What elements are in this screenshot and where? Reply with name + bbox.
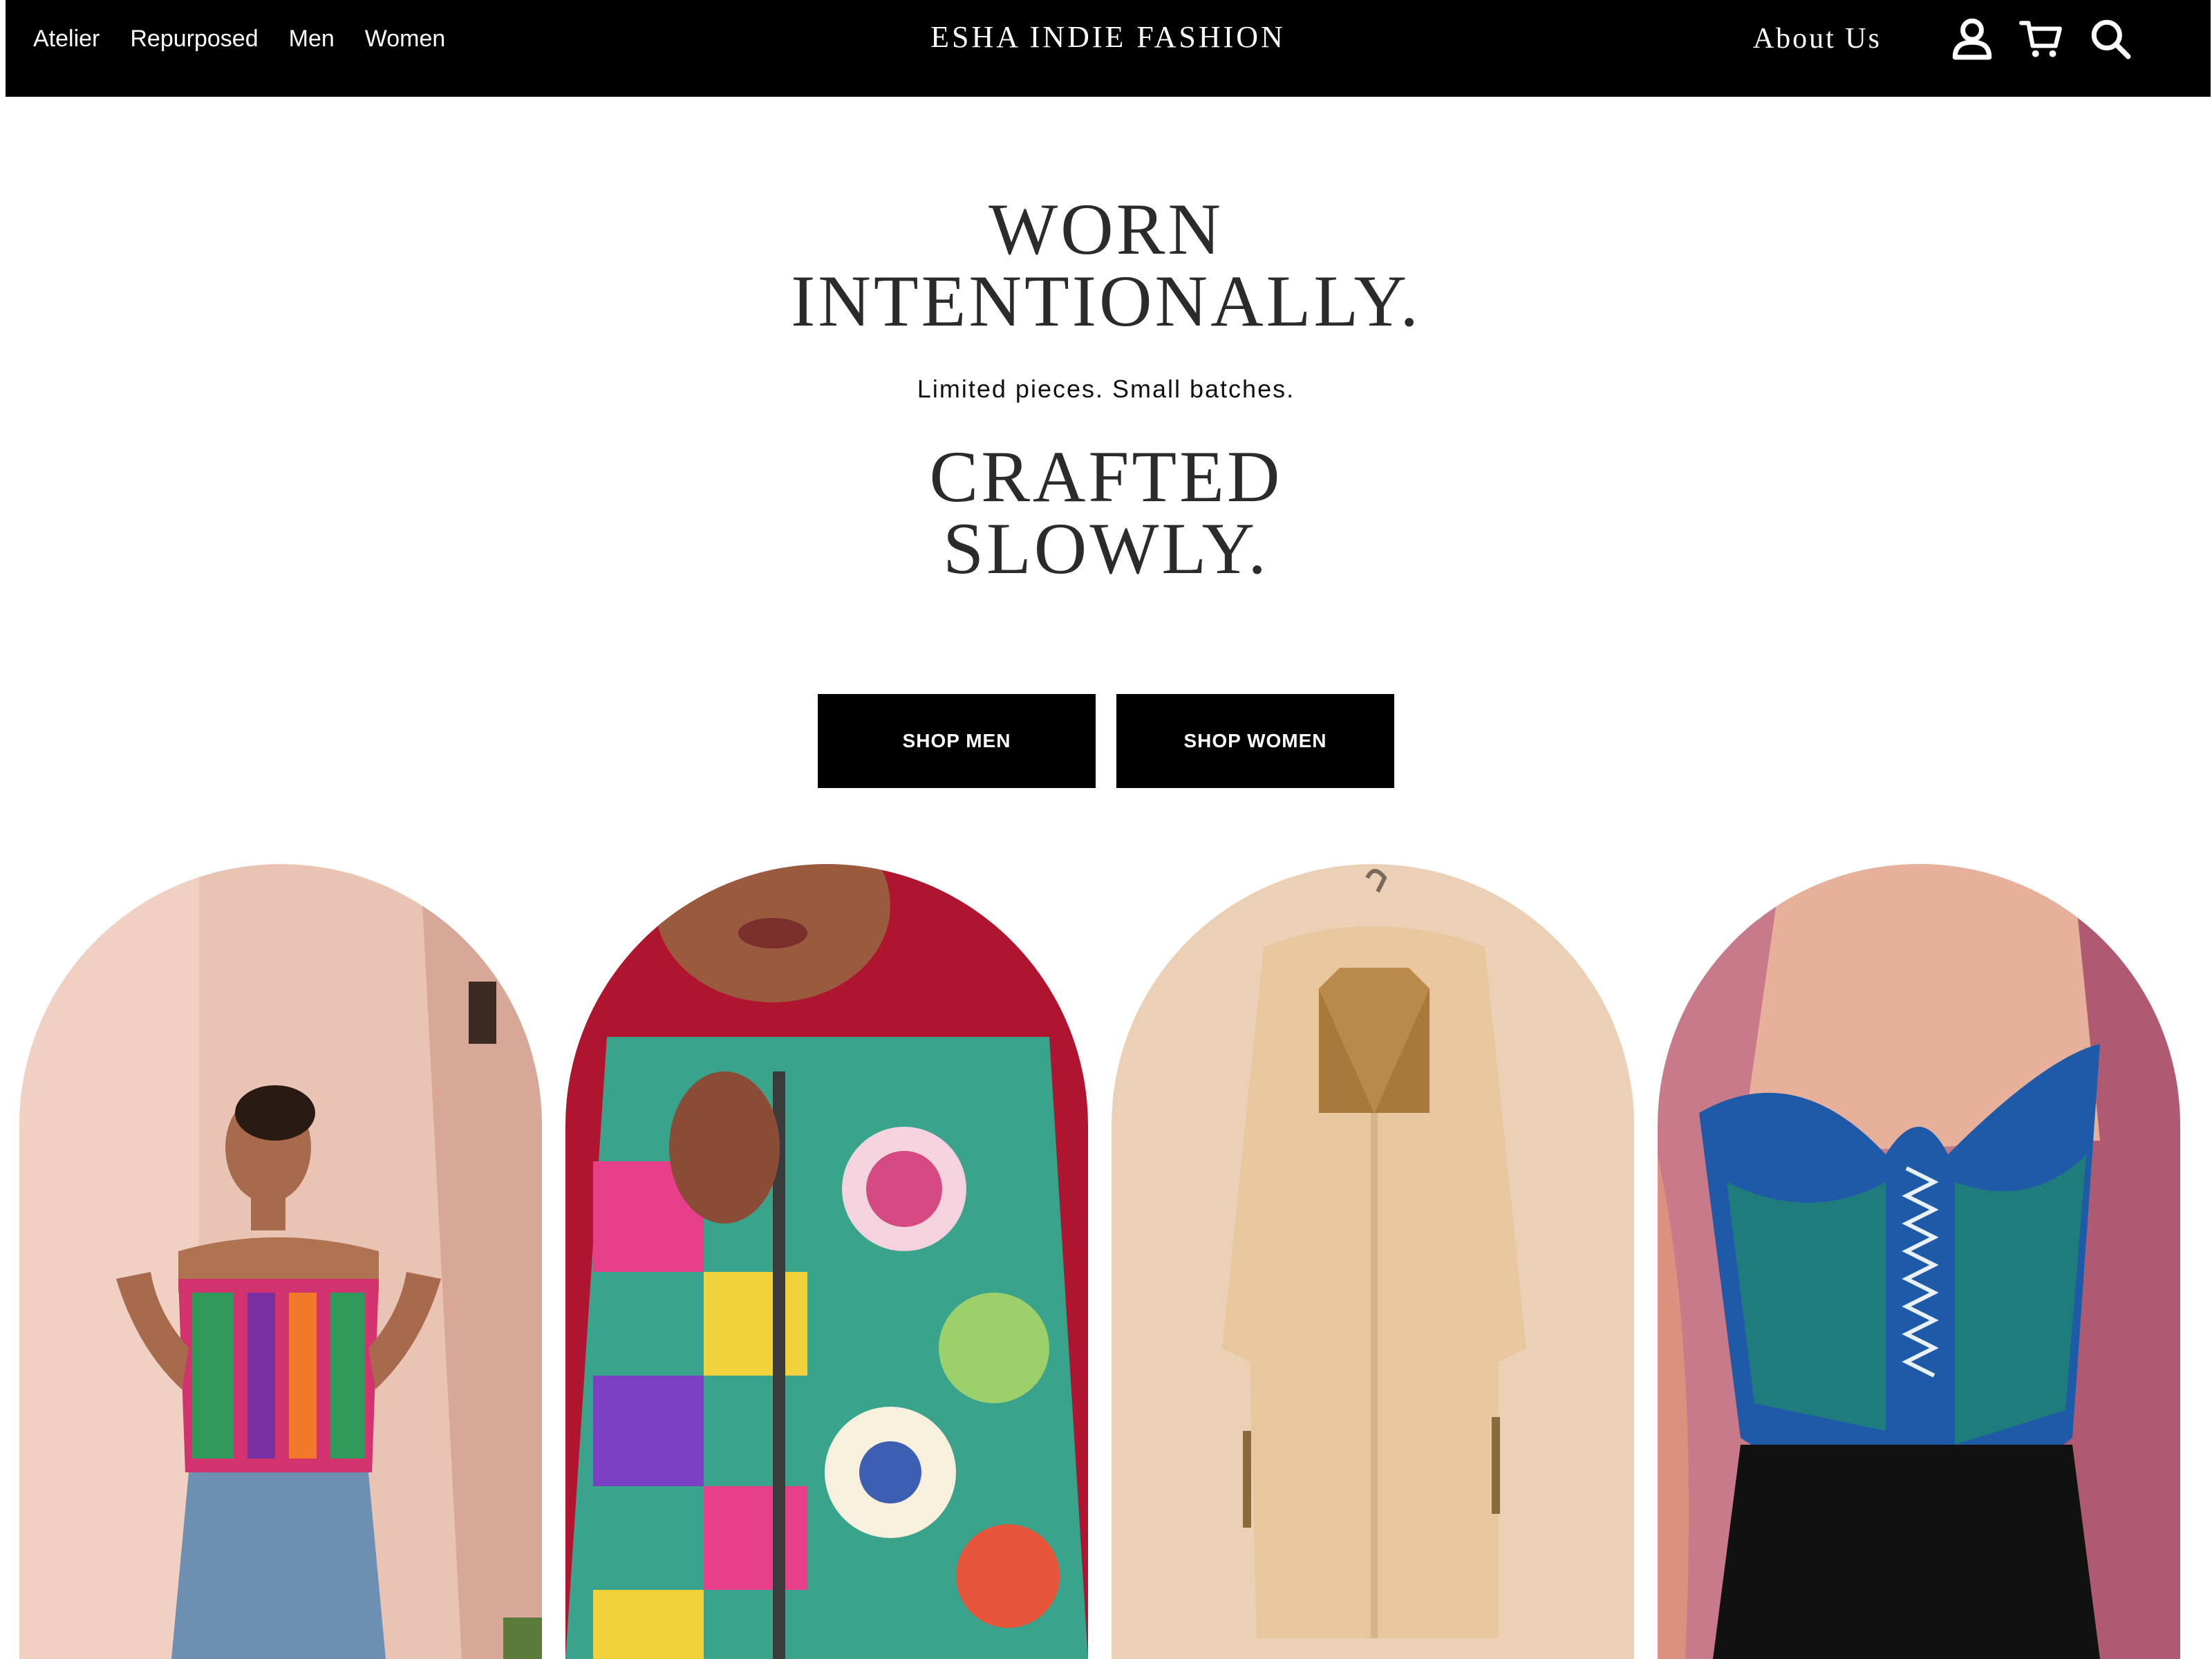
product-tile[interactable] <box>19 864 542 1659</box>
primary-nav: Atelier Repurposed Men Women <box>33 0 445 77</box>
brand-logo-text[interactable]: ESHA INDIE FASHION <box>930 20 1286 54</box>
nav-link-women[interactable]: Women <box>365 26 446 53</box>
account-button[interactable] <box>1948 15 1996 63</box>
nav-link-men[interactable]: Men <box>289 26 335 53</box>
product-image <box>1658 864 2180 1659</box>
hero-cta-group: SHOP MEN SHOP WOMEN <box>0 694 2212 788</box>
product-tile[interactable] <box>1112 864 1634 1659</box>
cart-icon <box>2019 21 2062 57</box>
product-tile[interactable] <box>1658 864 2180 1659</box>
headline-line: CRAFTED <box>929 436 1283 517</box>
hero-subtitle: Limited pieces. Small batches. <box>917 375 1295 403</box>
search-button[interactable] <box>2086 15 2135 63</box>
product-image <box>565 864 1088 1659</box>
product-image <box>1112 864 1634 1659</box>
nav-link-about-us[interactable]: About Us <box>1753 22 1882 55</box>
headline-line: WORN <box>988 189 1224 270</box>
nav-link-repurposed[interactable]: Repurposed <box>130 26 258 53</box>
headline-line: INTENTIONALLY. <box>791 261 1421 341</box>
shop-men-button[interactable]: SHOP MEN <box>818 694 1096 788</box>
product-image <box>19 864 542 1659</box>
hero-headline-secondary: CRAFTED SLOWLY. <box>0 436 2212 589</box>
hero-section: WORN INTENTIONALLY. Limited pieces. Smal… <box>0 189 2212 589</box>
account-icon <box>1952 18 1992 60</box>
top-nav-bar: Atelier Repurposed Men Women ESHA INDIE … <box>6 0 2211 97</box>
product-tile[interactable] <box>565 864 1088 1659</box>
nav-link-atelier[interactable]: Atelier <box>33 26 100 53</box>
utility-nav: About Us <box>1753 0 2135 77</box>
headline-line: SLOWLY. <box>943 508 1269 589</box>
hero-headline-primary: WORN INTENTIONALLY. <box>0 189 2212 341</box>
search-icon <box>2091 19 2131 59</box>
cart-button[interactable] <box>2017 15 2065 63</box>
product-gallery <box>19 864 2183 1659</box>
shop-women-button[interactable]: SHOP WOMEN <box>1116 694 1394 788</box>
